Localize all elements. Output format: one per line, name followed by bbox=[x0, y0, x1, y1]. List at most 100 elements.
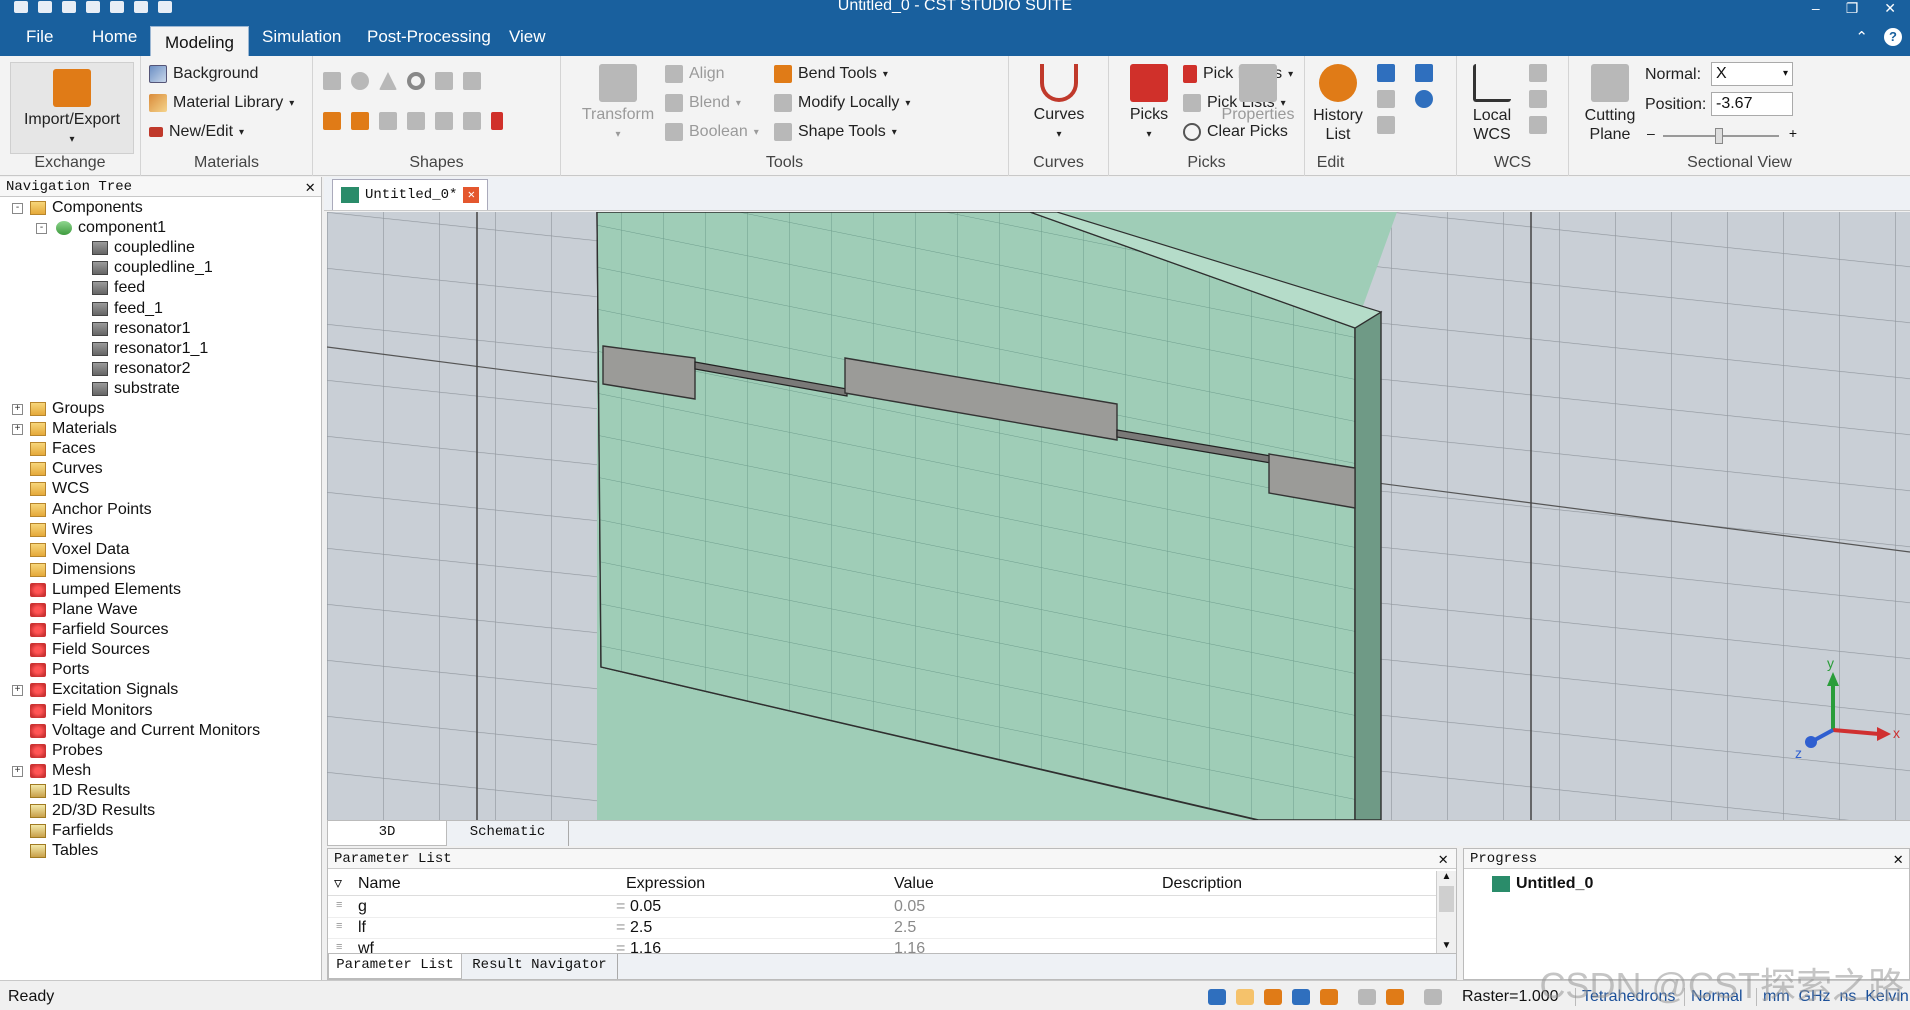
import-export-button[interactable]: Import/Export ▾ bbox=[10, 62, 134, 154]
tree-item-folder[interactable]: Groups bbox=[30, 400, 104, 418]
edit-arrow-icon[interactable] bbox=[1415, 64, 1433, 82]
view-options-icon[interactable] bbox=[1386, 989, 1404, 1005]
bond-wire-icon[interactable] bbox=[491, 112, 503, 130]
ribbon-collapse-icon[interactable]: ⌃ bbox=[1855, 28, 1868, 46]
position-slider[interactable]: – + bbox=[1647, 125, 1797, 144]
menu-simulation[interactable]: Simulation bbox=[262, 27, 341, 47]
normal-select[interactable]: X ▾ bbox=[1711, 62, 1793, 86]
viewport-canvas[interactable]: y x z bbox=[327, 212, 1910, 820]
tree-item-folder[interactable]: Farfield Sources bbox=[30, 621, 169, 639]
param-expression[interactable]: 2.5 bbox=[630, 919, 652, 937]
collapse-toggle[interactable]: - bbox=[12, 203, 23, 214]
restore-icon[interactable]: ❐ bbox=[1846, 0, 1859, 17]
tree-item-folder[interactable]: Wires bbox=[30, 521, 93, 539]
tree-item-folder[interactable]: WCS bbox=[30, 480, 89, 498]
tree-item-folder[interactable]: Tables bbox=[30, 842, 98, 860]
expand-toggle[interactable]: + bbox=[12, 765, 23, 777]
tree-item-solid[interactable]: resonator1 bbox=[92, 320, 191, 338]
torus-icon[interactable] bbox=[407, 72, 425, 90]
loft-icon[interactable] bbox=[379, 112, 397, 130]
tree-item-folder[interactable]: Voltage and Current Monitors bbox=[30, 722, 260, 740]
trace-icon[interactable] bbox=[435, 112, 453, 130]
menu-file[interactable]: File bbox=[26, 27, 53, 47]
menu-post-processing[interactable]: Post-Processing bbox=[367, 27, 491, 47]
minimize-icon[interactable]: – bbox=[1812, 0, 1820, 17]
material-library-button[interactable]: Material Library ▾ bbox=[149, 94, 294, 112]
zoom-icon[interactable] bbox=[1208, 989, 1226, 1005]
modify-locally-button[interactable]: Modify Locally ▾ bbox=[774, 94, 910, 112]
cube-icon[interactable] bbox=[1424, 989, 1442, 1005]
parameter-row[interactable]: ≡ lf = 2.5 2.5 bbox=[328, 918, 1436, 939]
tree-item-folder[interactable]: Plane Wave bbox=[30, 601, 138, 619]
extrude-profile-icon[interactable] bbox=[323, 112, 341, 130]
sweep-icon[interactable] bbox=[407, 112, 425, 130]
expand-toggle[interactable]: + bbox=[12, 404, 23, 415]
background-button[interactable]: Background bbox=[149, 65, 258, 83]
bend-tools-button[interactable]: Bend Tools ▾ bbox=[774, 65, 888, 83]
wcs-align-icon[interactable] bbox=[1529, 64, 1547, 82]
tab-schematic[interactable]: Schematic bbox=[447, 821, 569, 846]
tab-parameter-list[interactable]: Parameter List bbox=[328, 954, 462, 979]
tree-item-folder[interactable]: Field Monitors bbox=[30, 702, 152, 720]
menu-home[interactable]: Home bbox=[92, 27, 137, 47]
transform-button[interactable]: Transform ▾ bbox=[573, 64, 663, 142]
close-navigation-tree-icon[interactable]: ✕ bbox=[305, 177, 315, 197]
menu-modeling[interactable]: Modeling bbox=[150, 26, 249, 60]
zoom-window-icon[interactable] bbox=[1292, 989, 1310, 1005]
tree-item-folder[interactable]: Curves bbox=[30, 460, 103, 478]
tree-item-solid[interactable]: coupledline bbox=[92, 239, 195, 257]
cone-icon[interactable] bbox=[379, 72, 397, 90]
edit-copy-icon[interactable] bbox=[1377, 90, 1395, 108]
tree-item-folder[interactable]: Dimensions bbox=[30, 561, 136, 579]
rotate-profile-icon[interactable] bbox=[351, 112, 369, 130]
tree-item-folder[interactable]: Excitation Signals bbox=[30, 681, 178, 699]
slider-thumb[interactable] bbox=[1715, 128, 1723, 144]
brick-icon[interactable] bbox=[323, 72, 341, 90]
scroll-up-icon[interactable]: ▲ bbox=[1437, 871, 1456, 882]
scroll-thumb[interactable] bbox=[1439, 886, 1454, 912]
shape-tools-button[interactable]: Shape Tools ▾ bbox=[774, 123, 897, 141]
tab-result-navigator[interactable]: Result Navigator bbox=[462, 954, 618, 979]
cutting-plane-button[interactable]: Cutting Plane bbox=[1579, 64, 1641, 144]
tree-item-solid[interactable]: substrate bbox=[92, 380, 180, 398]
tree-item-folder[interactable]: Field Sources bbox=[30, 641, 150, 659]
parameter-scrollbar[interactable]: ▲ ▼ bbox=[1436, 871, 1456, 953]
extrude-icon[interactable] bbox=[463, 72, 481, 90]
tree-item-folder[interactable]: 2D/3D Results bbox=[30, 802, 155, 820]
position-input[interactable]: -3.67 bbox=[1711, 92, 1793, 116]
close-tab-icon[interactable]: ✕ bbox=[463, 187, 480, 203]
wcs-store-icon[interactable] bbox=[1529, 116, 1547, 134]
help-icon[interactable]: ? bbox=[1884, 28, 1902, 46]
pan-icon[interactable] bbox=[1236, 989, 1254, 1005]
collapse-toggle[interactable]: - bbox=[36, 223, 47, 235]
param-expression[interactable]: 0.05 bbox=[630, 898, 661, 916]
picks-button[interactable]: Picks ▾ bbox=[1117, 64, 1181, 142]
tree-item-solid[interactable]: resonator1_1 bbox=[92, 340, 208, 358]
tree-item-folder[interactable]: Lumped Elements bbox=[30, 581, 181, 599]
viewport-3d[interactable]: y x z bbox=[327, 212, 1910, 820]
properties-button[interactable]: Properties bbox=[1215, 64, 1301, 124]
close-parameter-list-icon[interactable]: ✕ bbox=[1438, 849, 1448, 869]
tree-item-folder[interactable]: Anchor Points bbox=[30, 501, 152, 519]
menu-view[interactable]: View bbox=[509, 27, 546, 47]
scroll-down-icon[interactable]: ▼ bbox=[1437, 940, 1456, 951]
document-tab[interactable]: Untitled_0* ✕ bbox=[332, 179, 489, 210]
tree-item-component1[interactable]: component1 bbox=[56, 219, 166, 237]
tree-item-folder[interactable]: Farfields bbox=[30, 822, 113, 840]
tab-3d[interactable]: 3D bbox=[327, 821, 447, 846]
close-window-icon[interactable]: ✕ bbox=[1884, 0, 1896, 17]
history-list-button[interactable]: History List bbox=[1303, 64, 1373, 144]
close-progress-icon[interactable]: ✕ bbox=[1893, 849, 1903, 869]
tree-item-folder[interactable]: Voxel Data bbox=[30, 541, 129, 559]
rotate-view-icon[interactable] bbox=[1264, 989, 1282, 1005]
new-edit-button[interactable]: New/Edit ▾ bbox=[149, 123, 244, 141]
tree-item-solid[interactable]: coupledline_1 bbox=[92, 259, 213, 277]
tree-item-folder[interactable]: Mesh bbox=[30, 762, 91, 780]
local-wcs-button[interactable]: Local WCS bbox=[1465, 64, 1519, 144]
curves-button[interactable]: Curves ▾ bbox=[1019, 64, 1099, 142]
expand-toggle[interactable]: + bbox=[12, 685, 23, 697]
edit-bracket-icon[interactable] bbox=[1377, 116, 1395, 134]
align-button[interactable]: Align bbox=[665, 65, 725, 83]
expand-toggle[interactable]: + bbox=[12, 424, 23, 436]
tree-item-folder[interactable]: Ports bbox=[30, 661, 89, 679]
